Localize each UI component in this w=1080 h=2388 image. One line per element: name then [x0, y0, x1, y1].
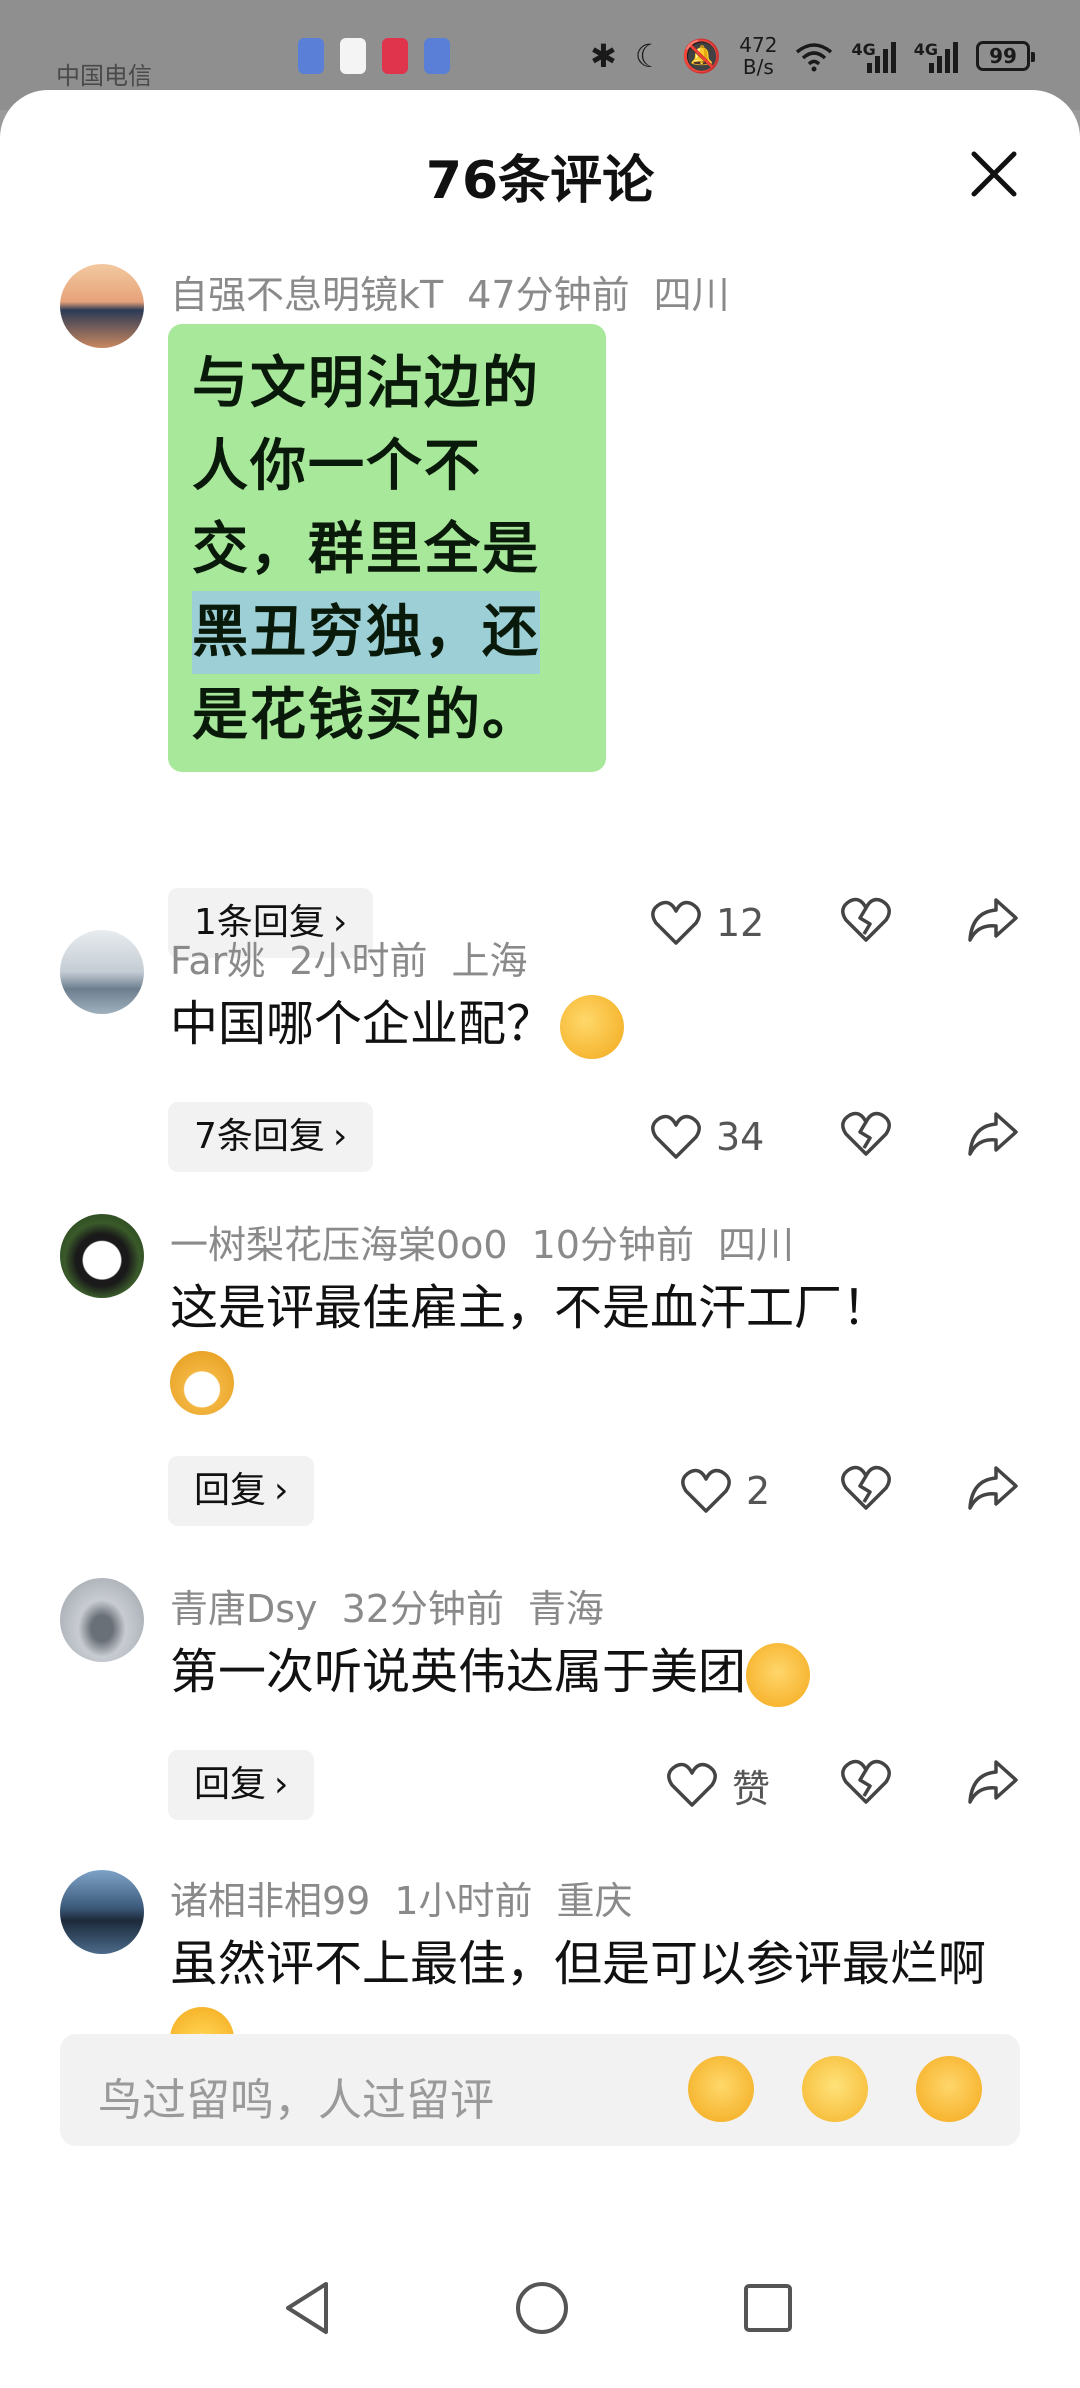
share-arrow-icon[interactable]: [966, 1108, 1020, 1160]
view-replies-button[interactable]: 7条回复 ›: [168, 1102, 374, 1172]
comment-time: 32分钟前: [341, 1587, 504, 1631]
avatar[interactable]: [60, 1214, 144, 1298]
like-button[interactable]: 2: [680, 1456, 770, 1526]
battery-icon: 99: [976, 41, 1035, 71]
comment-location: 重庆: [556, 1879, 633, 1923]
comment-item: 自强不息明镜kT 47分钟前 四川 与文明沾边的 人你一个不 交，群里全是 黑丑穷独…: [0, 264, 1080, 984]
avatar[interactable]: [60, 1870, 144, 1954]
sneeze-emoji-icon: [560, 995, 625, 1059]
image-text-line: 黑丑穷独，还: [192, 591, 540, 674]
home-circle-icon[interactable]: [512, 2278, 572, 2338]
chevron-right-icon: ›: [332, 1116, 348, 1157]
image-text-line: 交，群里全是: [192, 517, 540, 582]
comment-time: 1小时前: [394, 1879, 533, 1923]
chevron-right-icon: ›: [274, 1470, 289, 1511]
recents-square-icon[interactable]: [740, 2278, 796, 2338]
heart-outline-icon: [651, 1114, 701, 1159]
comment-meta: 诸相非相99 1小时前 重庆: [170, 1870, 657, 1925]
laugh-cry-emoji-icon: [746, 1643, 811, 1707]
bluetooth-icon: ✱: [589, 37, 617, 75]
comment-text: 这是评最佳雇主，不是血汗工厂！: [170, 1272, 1010, 1416]
reply-button[interactable]: 回复 ›: [168, 1456, 315, 1526]
comment-meta: 青唐Dsy 32分钟前 青海: [170, 1578, 628, 1633]
comment-item: 一树梨花压海棠0o0 10分钟前 四川 这是评最佳雇主，不是血汗工厂！ 回复 › 2: [0, 1214, 1080, 1554]
username[interactable]: 自强不息明镜kT: [170, 273, 443, 317]
back-triangle-icon[interactable]: [280, 2278, 334, 2338]
comment-meta: 自强不息明镜kT 47分钟前 四川: [170, 264, 754, 319]
broken-heart-icon[interactable]: [840, 1108, 892, 1160]
doge-emoji-icon: [170, 1351, 234, 1415]
like-button[interactable]: 赞: [666, 1750, 770, 1820]
username[interactable]: 青唐Dsy: [170, 1587, 318, 1631]
chevron-right-icon: ›: [274, 1764, 289, 1805]
like-button[interactable]: 34: [650, 1102, 764, 1172]
comment-location: 上海: [451, 939, 528, 983]
broken-heart-icon[interactable]: [840, 1462, 892, 1514]
avatar[interactable]: [60, 930, 144, 1014]
avatar[interactable]: [60, 1578, 144, 1662]
network-speed: 472 B/s: [739, 33, 778, 79]
comment-input-bar[interactable]: 鸟过留鸣，人过留评: [60, 2034, 1020, 2146]
username[interactable]: 诸相非相99: [170, 1879, 370, 1923]
comment-item: 青唐Dsy 32分钟前 青海 第一次听说英伟达属于美团 回复 › 赞: [0, 1578, 1080, 1848]
laugh-cry-emoji-icon[interactable]: [916, 2056, 982, 2122]
reply-button[interactable]: 回复 ›: [168, 1750, 315, 1820]
heart-outline-icon: [681, 1468, 731, 1513]
image-text-line: 人你一个不: [192, 434, 482, 499]
broken-heart-icon[interactable]: [840, 1756, 892, 1808]
comment-meta: 一树梨花压海棠0o0 10分钟前 四川: [170, 1214, 818, 1269]
notification-icon: [298, 38, 324, 74]
username[interactable]: 一树梨花压海棠0o0: [170, 1223, 508, 1267]
image-text-line: 与文明沾边的: [192, 351, 540, 416]
comment-meta: Far姚 2小时前 上海: [170, 930, 551, 985]
signal-icon: 4G: [851, 39, 896, 73]
avatar[interactable]: [60, 264, 144, 348]
heart-outline-icon: [667, 1762, 717, 1807]
comment-location: 四川: [653, 273, 730, 317]
like-count: 2: [746, 1469, 771, 1513]
system-nav-bar: [0, 2240, 1080, 2388]
comments-sheet: 76条评论 自强不息明镜kT 47分钟前 四川 与文明沾边的 人你一个不 交，群里全…: [0, 90, 1080, 2388]
close-icon[interactable]: [968, 148, 1020, 200]
username[interactable]: Far姚: [170, 939, 265, 983]
like-count: 34: [716, 1115, 765, 1159]
comment-actions: 赞: [650, 1750, 1030, 1820]
comment-text: 中国哪个企业配？: [170, 988, 1010, 1060]
comment-text: 第一次听说英伟达属于美团: [170, 1636, 1010, 1708]
like-label: 赞: [732, 1766, 771, 1811]
shy-emoji-icon[interactable]: [688, 2056, 754, 2122]
mute-bell-icon: 🔕: [681, 37, 722, 75]
carrier-label: 中国电信: [56, 62, 152, 90]
notification-icon: [424, 38, 450, 74]
notification-icon: [340, 38, 366, 74]
comment-actions: 34: [650, 1102, 1030, 1172]
moon-icon: ☾: [634, 37, 664, 75]
comment-input-placeholder[interactable]: 鸟过留鸣，人过留评: [98, 2064, 494, 2128]
signal-icon: 4G: [914, 39, 958, 73]
comment-actions: 2: [650, 1456, 1030, 1526]
comment-time: 47分钟前: [467, 273, 630, 317]
comment-item: Far姚 2小时前 上海 中国哪个企业配？ 7条回复 › 34: [0, 930, 1080, 1200]
comment-image[interactable]: 与文明沾边的 人你一个不 交，群里全是 黑丑穷独，还 是花钱买的。: [168, 324, 606, 772]
comment-location: 青海: [527, 1587, 604, 1631]
comment-time: 10分钟前: [531, 1223, 694, 1267]
wink-emoji-icon[interactable]: [802, 2056, 868, 2122]
wifi-icon: [796, 43, 833, 72]
share-arrow-icon[interactable]: [966, 1756, 1020, 1808]
notification-icon: [382, 38, 408, 74]
share-arrow-icon[interactable]: [966, 1462, 1020, 1514]
sheet-title: 76条评论: [425, 151, 655, 211]
comment-location: 四川: [717, 1223, 794, 1267]
image-text-line: 是花钱买的。: [192, 683, 540, 748]
comment-time: 2小时前: [289, 939, 428, 983]
status-icons: ✱ ☾ 🔕 472 B/s 4G 4G 99: [589, 33, 1035, 79]
